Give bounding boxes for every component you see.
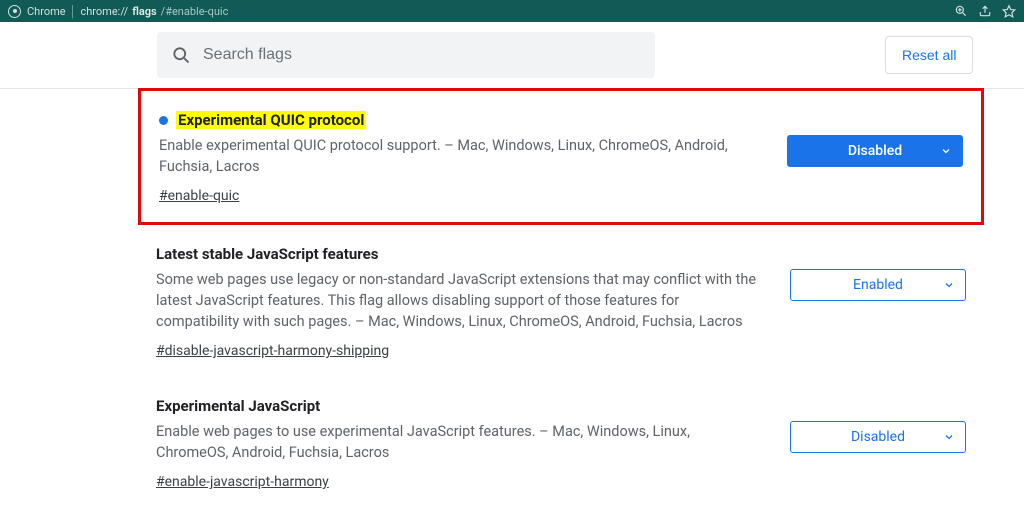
zoom-icon[interactable]: [954, 4, 968, 18]
flag-anchor-link[interactable]: #disable-javascript-harmony-shipping: [156, 343, 389, 359]
url-rest: /#enable-quic: [161, 5, 229, 18]
flag-title: Experimental JavaScript: [156, 397, 320, 415]
flag-description: Enable web pages to use experimental Jav…: [156, 421, 760, 463]
flag-select-value: Enabled: [853, 277, 903, 293]
flag-select[interactable]: Disabled: [787, 135, 963, 167]
chrome-logo-icon: [8, 5, 21, 18]
search-box[interactable]: [157, 32, 655, 78]
flag-title: Experimental QUIC protocol: [176, 111, 366, 129]
app-name: Chrome: [27, 5, 66, 18]
flag-card: Latest stable JavaScript features Some we…: [138, 225, 984, 377]
flag-description: Enable experimental QUIC protocol suppor…: [159, 135, 757, 177]
flag-title: Latest stable JavaScript features: [156, 245, 378, 263]
url-host: chrome://: [80, 5, 128, 18]
share-icon[interactable]: [978, 4, 992, 18]
chevron-down-icon: [943, 279, 955, 291]
flag-anchor-link[interactable]: #enable-quic: [159, 188, 239, 204]
flag-select[interactable]: Disabled: [790, 421, 966, 453]
flag-description: Some web pages use legacy or non-standar…: [156, 269, 760, 332]
flag-anchor-link[interactable]: #enable-javascript-harmony: [156, 474, 329, 490]
chevron-down-icon: [940, 145, 952, 157]
flag-select[interactable]: Enabled: [790, 269, 966, 301]
changed-dot-icon: [159, 116, 168, 125]
search-input[interactable]: [203, 46, 641, 64]
flag-card: Experimental JavaScript Enable web pages …: [138, 377, 984, 508]
window-title-bar: Chrome │ chrome:// flags /#enable-quic: [0, 0, 1024, 22]
search-icon: [171, 45, 191, 65]
title-separator: │: [70, 5, 77, 18]
reset-all-button[interactable]: Reset all: [885, 36, 973, 74]
flag-select-value: Disabled: [851, 429, 905, 445]
flag-card: Experimental QUIC protocol Enable experim…: [138, 88, 984, 225]
flag-select-value: Disabled: [848, 143, 902, 159]
star-icon[interactable]: [1002, 4, 1016, 18]
chevron-down-icon: [943, 431, 955, 443]
url-bold: flags: [132, 5, 156, 18]
